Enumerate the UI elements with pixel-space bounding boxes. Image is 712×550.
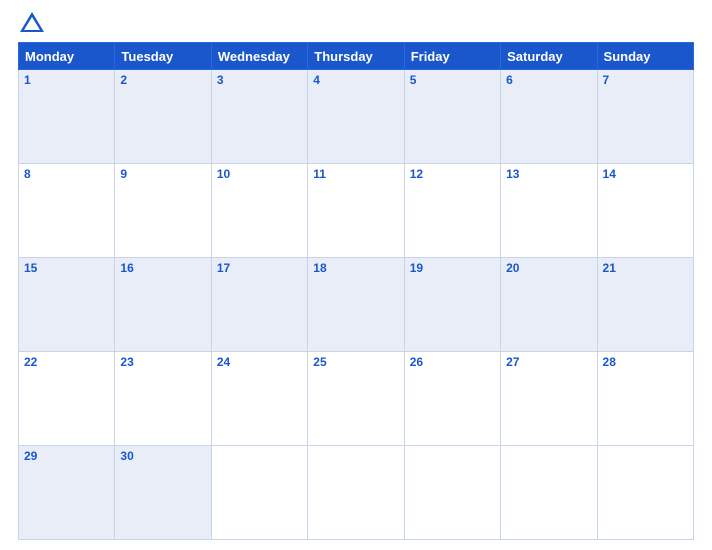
empty-cell [597,446,693,540]
day-number: 11 [313,167,326,181]
day-number: 27 [506,355,519,369]
calendar-day-cell: 7 [597,70,693,164]
calendar-week-row: 1 2 3 4 5 6 7 [19,70,694,164]
day-number: 25 [313,355,326,369]
calendar-day-cell: 19 [404,258,500,352]
calendar-table: MondayTuesdayWednesdayThursdayFridaySatu… [18,42,694,540]
empty-cell [308,446,404,540]
day-number: 18 [313,261,326,275]
calendar-day-cell: 11 [308,164,404,258]
day-number: 26 [410,355,423,369]
weekday-header-wednesday: Wednesday [211,43,307,70]
calendar-day-cell: 29 [19,446,115,540]
calendar-day-cell: 23 [115,352,211,446]
calendar-day-cell: 28 [597,352,693,446]
day-number: 12 [410,167,423,181]
calendar-day-cell: 26 [404,352,500,446]
calendar-day-cell: 24 [211,352,307,446]
calendar-day-cell: 21 [597,258,693,352]
calendar-day-cell: 22 [19,352,115,446]
calendar-week-row: 29 30 [19,446,694,540]
calendar-day-cell: 13 [501,164,597,258]
calendar-day-cell: 6 [501,70,597,164]
weekday-header-monday: Monday [19,43,115,70]
top-bar [18,10,694,38]
day-number: 4 [313,73,320,87]
day-number: 6 [506,73,513,87]
day-number: 20 [506,261,519,275]
day-number: 10 [217,167,230,181]
day-number: 15 [24,261,37,275]
calendar-day-cell: 12 [404,164,500,258]
day-number: 14 [603,167,616,181]
calendar-week-row: 22 23 24 25 26 27 28 [19,352,694,446]
calendar-day-cell: 27 [501,352,597,446]
day-number: 23 [120,355,133,369]
day-number: 30 [120,449,133,463]
calendar-body: 1234567891011121314151617181920212223242… [19,70,694,540]
day-number: 7 [603,73,610,87]
calendar-day-cell: 25 [308,352,404,446]
calendar-week-row: 8 9 10 11 12 13 14 [19,164,694,258]
empty-cell [501,446,597,540]
day-number: 17 [217,261,230,275]
logo-area [18,10,50,38]
weekday-header-thursday: Thursday [308,43,404,70]
day-number: 13 [506,167,519,181]
day-number: 3 [217,73,224,87]
day-number: 16 [120,261,133,275]
calendar-day-cell: 14 [597,164,693,258]
day-number: 21 [603,261,616,275]
empty-cell [404,446,500,540]
calendar-day-cell: 15 [19,258,115,352]
calendar-day-cell: 18 [308,258,404,352]
weekday-row: MondayTuesdayWednesdayThursdayFridaySatu… [19,43,694,70]
empty-cell [211,446,307,540]
day-number: 1 [24,73,31,87]
day-number: 19 [410,261,423,275]
calendar-day-cell: 5 [404,70,500,164]
calendar-day-cell: 16 [115,258,211,352]
calendar-day-cell: 10 [211,164,307,258]
calendar-week-row: 15 16 17 18 19 20 21 [19,258,694,352]
calendar-day-cell: 30 [115,446,211,540]
calendar-day-cell: 1 [19,70,115,164]
day-number: 22 [24,355,37,369]
weekday-header-friday: Friday [404,43,500,70]
day-number: 9 [120,167,127,181]
calendar-day-cell: 17 [211,258,307,352]
day-number: 24 [217,355,230,369]
weekday-header-tuesday: Tuesday [115,43,211,70]
logo-icon [18,10,46,38]
calendar-day-cell: 4 [308,70,404,164]
weekday-header-saturday: Saturday [501,43,597,70]
day-number: 2 [120,73,127,87]
calendar-day-cell: 8 [19,164,115,258]
calendar-day-cell: 3 [211,70,307,164]
day-number: 29 [24,449,37,463]
calendar-day-cell: 2 [115,70,211,164]
calendar-header: MondayTuesdayWednesdayThursdayFridaySatu… [19,43,694,70]
calendar-day-cell: 20 [501,258,597,352]
day-number: 5 [410,73,417,87]
weekday-header-sunday: Sunday [597,43,693,70]
calendar-day-cell: 9 [115,164,211,258]
day-number: 8 [24,167,31,181]
day-number: 28 [603,355,616,369]
